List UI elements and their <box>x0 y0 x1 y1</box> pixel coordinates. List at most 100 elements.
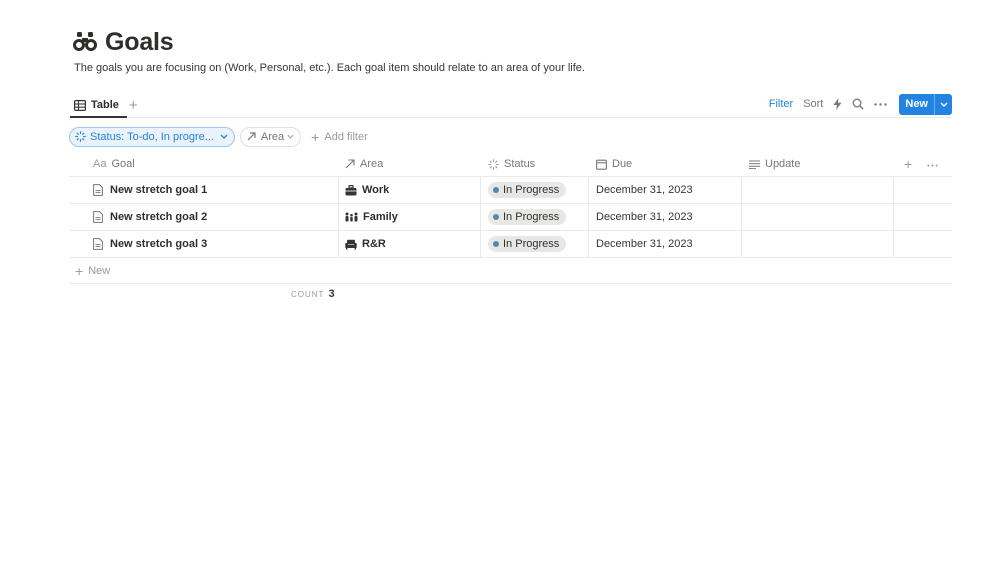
search-icon[interactable] <box>852 98 864 110</box>
status-spinner-icon <box>488 158 499 170</box>
column-header-goal[interactable]: Aa Goal <box>69 152 339 176</box>
status-dot <box>493 241 499 247</box>
chevron-down-icon <box>220 134 228 139</box>
goal-title: New stretch goal 1 <box>110 184 208 196</box>
area-filter-chip[interactable]: Area <box>239 126 302 147</box>
column-label: Area <box>360 158 384 170</box>
add-view-button[interactable]: + <box>129 98 138 113</box>
tab-table[interactable]: Table <box>74 99 119 111</box>
text-lines-icon <box>749 160 760 169</box>
add-filter-label: Add filter <box>324 130 368 143</box>
table-row[interactable]: New stretch goal 2 Family In Progress De… <box>69 204 952 231</box>
status-cell[interactable]: In Progress <box>481 177 589 203</box>
column-header-update[interactable]: Update <box>742 152 894 176</box>
area-filter-label: Area <box>260 130 285 143</box>
status-filter-label: Status: To-do, In progre... <box>90 130 214 143</box>
lightning-icon[interactable] <box>833 98 842 110</box>
sort-button[interactable]: Sort <box>803 98 823 110</box>
chevron-down-icon[interactable] <box>934 93 952 115</box>
couch-icon <box>345 239 357 250</box>
plus-icon: + <box>75 262 84 279</box>
area-label: Family <box>363 211 398 223</box>
relation-arrow-icon <box>345 159 355 169</box>
tab-table-label: Table <box>91 99 119 111</box>
status-label: In Progress <box>503 238 560 250</box>
due-date: December 31, 2023 <box>596 211 693 223</box>
family-icon <box>345 212 358 222</box>
row-extra-cell <box>894 177 952 203</box>
column-label: Update <box>765 158 801 170</box>
area-cell[interactable]: Family <box>339 204 481 230</box>
update-cell[interactable] <box>742 204 894 230</box>
due-cell[interactable]: December 31, 2023 <box>589 204 742 230</box>
new-button-group: New <box>899 93 952 115</box>
views-divider <box>69 117 952 118</box>
briefcase-icon <box>345 184 357 196</box>
status-cell[interactable]: In Progress <box>481 231 589 257</box>
status-spinner-icon <box>75 131 86 142</box>
more-options-icon[interactable] <box>927 158 938 170</box>
text-type-icon: Aa <box>93 158 107 170</box>
column-label: Status <box>504 158 536 170</box>
plus-icon: + <box>311 128 320 145</box>
due-cell[interactable]: December 31, 2023 <box>589 231 742 257</box>
table-row[interactable]: New stretch goal 1 Work In Progress Dece… <box>69 177 952 204</box>
due-cell[interactable]: December 31, 2023 <box>589 177 742 203</box>
page-icon <box>93 238 103 250</box>
area-cell[interactable]: Work <box>339 177 481 203</box>
status-badge: In Progress <box>488 236 567 252</box>
column-label: Due <box>612 158 633 170</box>
status-dot <box>493 187 499 193</box>
row-extra-cell <box>894 231 952 257</box>
table-icon <box>74 99 86 111</box>
database-toolbar: Filter Sort New <box>769 93 952 115</box>
add-row-label: New <box>88 264 111 277</box>
table-row[interactable]: New stretch goal 3 R&R In Progress Decem… <box>69 231 952 258</box>
count-value: 3 <box>328 288 335 300</box>
column-header-area[interactable]: Area <box>339 152 481 176</box>
binoculars-icon <box>73 31 97 53</box>
more-options-icon[interactable] <box>874 102 888 106</box>
area-cell[interactable]: R&R <box>339 231 481 257</box>
table-header-row: Aa Goal Area Status Due Update + <box>69 152 952 177</box>
page-title[interactable]: Goals <box>105 28 174 57</box>
column-header-status[interactable]: Status <box>481 152 589 176</box>
column-header-actions: + <box>894 152 952 176</box>
page-header: Goals <box>73 25 174 59</box>
goals-table: Aa Goal Area Status Due Update + New str… <box>69 152 952 284</box>
status-dot <box>493 214 499 220</box>
area-label: Work <box>362 184 390 196</box>
column-header-due[interactable]: Due <box>589 152 742 176</box>
row-extra-cell <box>894 204 952 230</box>
goal-cell[interactable]: New stretch goal 1 <box>69 177 339 203</box>
view-tabs: Table + <box>74 94 138 116</box>
status-badge: In Progress <box>488 209 567 225</box>
goal-title: New stretch goal 2 <box>110 211 208 223</box>
update-cell[interactable] <box>742 177 894 203</box>
page-description[interactable]: The goals you are focusing on (Work, Per… <box>74 62 585 74</box>
status-cell[interactable]: In Progress <box>481 204 589 230</box>
new-button[interactable]: New <box>899 93 934 115</box>
status-label: In Progress <box>503 211 560 223</box>
goal-title: New stretch goal 3 <box>110 238 208 250</box>
add-filter-button[interactable]: + Add filter <box>311 130 368 144</box>
status-badge: In Progress <box>488 182 567 198</box>
goal-cell[interactable]: New stretch goal 3 <box>69 231 339 257</box>
add-row-button[interactable]: + New <box>69 258 952 284</box>
filter-bar: Status: To-do, In progre... Area + Add f… <box>69 126 368 147</box>
update-cell[interactable] <box>742 231 894 257</box>
active-tab-indicator <box>70 116 127 118</box>
page-icon <box>93 184 103 196</box>
calendar-icon <box>596 159 607 170</box>
page-icon <box>93 211 103 223</box>
status-filter-chip[interactable]: Status: To-do, In progre... <box>69 126 235 147</box>
count-summary[interactable]: COUNT 3 <box>291 288 335 300</box>
chevron-down-icon <box>287 134 294 139</box>
goal-cell[interactable]: New stretch goal 2 <box>69 204 339 230</box>
area-label: R&R <box>362 238 386 250</box>
count-label: COUNT <box>291 290 325 299</box>
column-label: Goal <box>111 158 135 170</box>
filter-button[interactable]: Filter <box>769 98 793 110</box>
relation-arrow-icon <box>247 132 256 141</box>
add-column-icon[interactable]: + <box>904 156 912 172</box>
